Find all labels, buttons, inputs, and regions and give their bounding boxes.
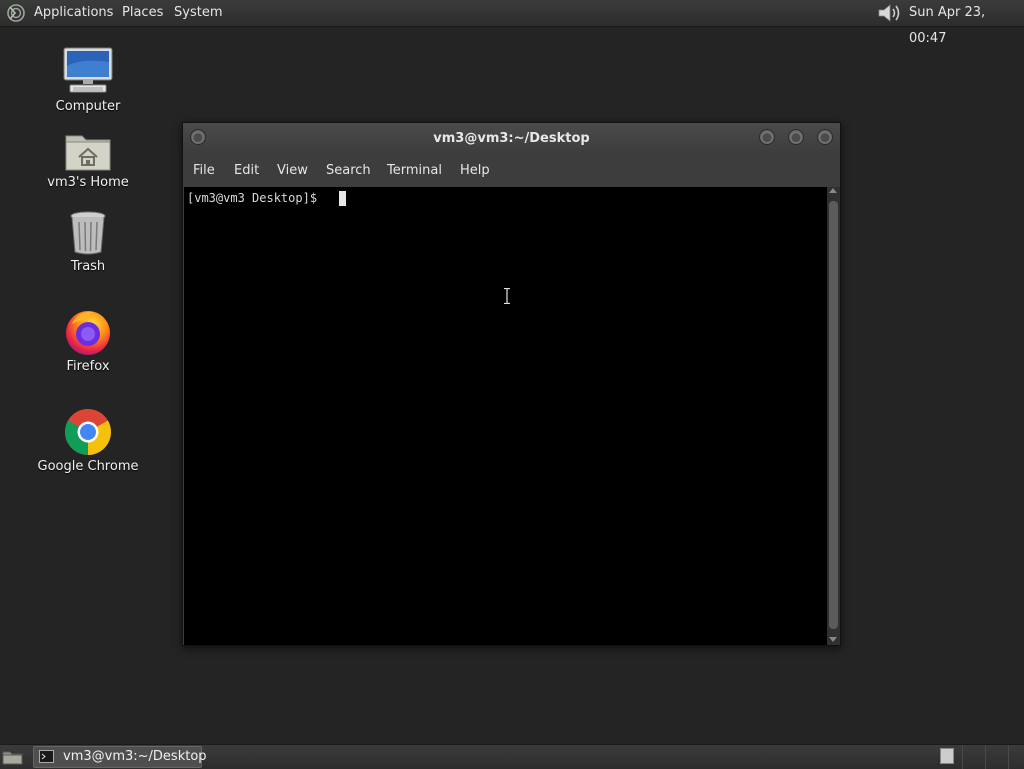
desktop-icon-home[interactable]: vm3's Home (33, 130, 143, 190)
bottom-panel: vm3@vm3:~/Desktop (0, 744, 1024, 769)
desktop-icon-label: Google Chrome (37, 459, 139, 474)
show-desktop-icon[interactable] (2, 749, 24, 765)
gnome-foot-icon[interactable] (6, 4, 26, 22)
desktop-icon-computer[interactable]: Computer (33, 46, 143, 114)
workspace-1[interactable] (940, 748, 954, 764)
system-menu[interactable]: System (174, 0, 222, 26)
workspace-divider (962, 745, 963, 769)
trash-icon (70, 211, 106, 255)
window-titlebar[interactable]: vm3@vm3:~/Desktop (183, 123, 840, 155)
computer-icon (63, 47, 113, 93)
menu-edit[interactable]: Edit (234, 155, 259, 186)
scrollbar-thumb[interactable] (829, 201, 838, 629)
clock[interactable]: Sun Apr 23, 00:47 (909, 0, 1024, 52)
volume-icon[interactable] (876, 3, 902, 23)
ibeam-cursor-icon (504, 288, 510, 304)
menu-terminal[interactable]: Terminal (387, 155, 442, 186)
workspace-divider (985, 745, 986, 769)
shell-prompt: [vm3@vm3 Desktop]$ (187, 191, 325, 205)
places-menu[interactable]: Places (122, 0, 163, 26)
scroll-up-arrow-icon[interactable] (829, 188, 837, 193)
top-panel: Applications Places System Sun Apr 23, 0… (0, 0, 1024, 46)
menu-search[interactable]: Search (326, 155, 371, 186)
taskbar-item-terminal[interactable]: vm3@vm3:~/Desktop (33, 746, 207, 768)
close-button[interactable] (817, 129, 833, 145)
menu-help[interactable]: Help (460, 155, 490, 186)
desktop-icon-firefox[interactable]: Firefox (33, 308, 143, 374)
workspace-switcher[interactable] (933, 745, 1024, 769)
maximize-button[interactable] (788, 129, 804, 145)
terminal-menubar: File Edit View Search Terminal Help (183, 155, 840, 186)
desktop-icon-label: Firefox (66, 359, 110, 374)
chrome-icon (65, 409, 111, 455)
vertical-scrollbar[interactable] (827, 187, 840, 645)
taskbar-item-label: vm3@vm3:~/Desktop (63, 749, 207, 764)
desktop-icon-label: Computer (55, 99, 121, 114)
desktop-icon-label: Trash (70, 259, 106, 274)
desktop-icon-label: vm3's Home (47, 175, 129, 190)
scroll-down-arrow-icon[interactable] (829, 637, 837, 642)
terminal-output-area[interactable]: [vm3@vm3 Desktop]$ (184, 187, 827, 645)
menu-file[interactable]: File (193, 155, 215, 186)
desktop-icon-trash[interactable]: Trash (33, 210, 143, 274)
workspace-divider (1008, 745, 1009, 769)
menu-view[interactable]: View (277, 155, 308, 186)
text-cursor (339, 191, 346, 206)
terminal-window[interactable]: vm3@vm3:~/Desktop File Edit View Search … (182, 122, 841, 646)
minimize-button[interactable] (759, 129, 775, 145)
home-folder-icon (65, 135, 111, 171)
desktop-icon-chrome[interactable]: Google Chrome (33, 408, 143, 474)
window-title: vm3@vm3:~/Desktop (433, 131, 590, 146)
firefox-icon (66, 311, 110, 355)
applications-menu[interactable]: Applications (34, 0, 113, 26)
terminal-icon (39, 750, 54, 763)
